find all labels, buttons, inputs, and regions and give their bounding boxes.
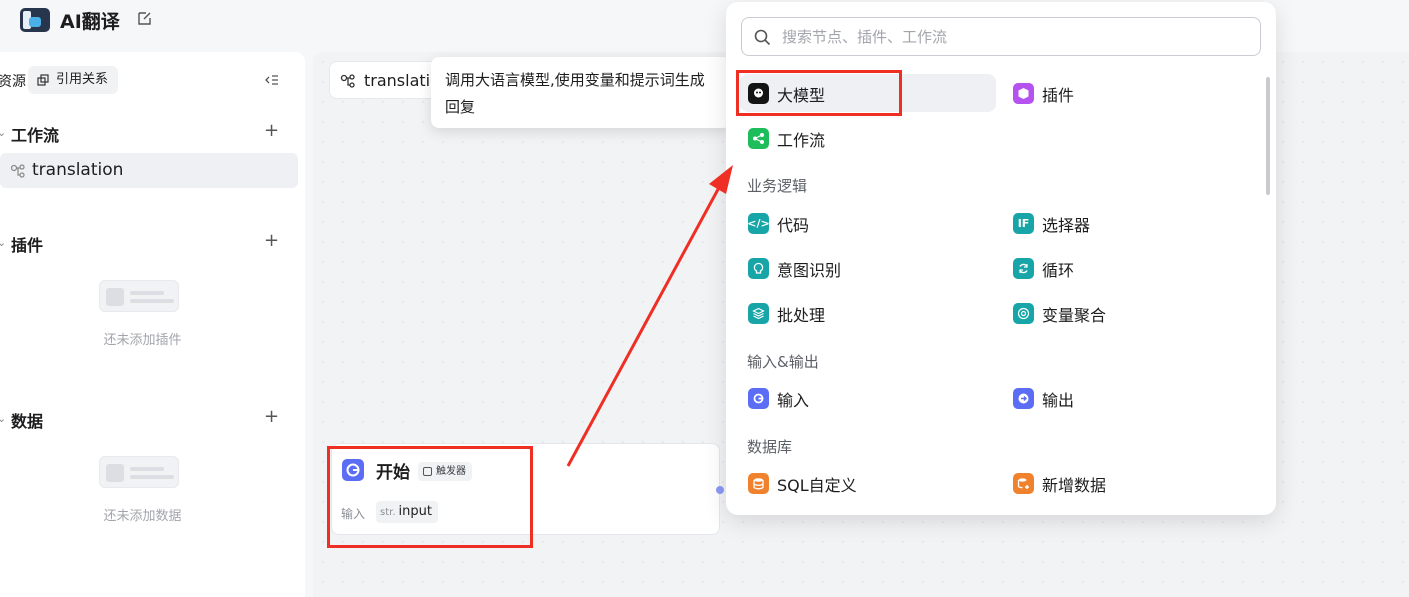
node-search-box[interactable]: [741, 17, 1261, 56]
app-logo: [20, 8, 50, 32]
start-node-icon: [342, 459, 364, 481]
node-item-label: 大模型: [777, 86, 826, 105]
node-item-label: 输入: [777, 391, 810, 410]
resource-sidebar: 资源 引用关系 ⌄ 工作流 + translation ⌄ 插件 + 还未添加插…: [0, 52, 305, 597]
sidebar-header: 资源 引用关系: [0, 66, 305, 96]
node-item-output[interactable]: 输出: [1005, 379, 1261, 417]
trigger-icon: [423, 467, 432, 476]
chevron-down-icon: ⌄: [0, 236, 7, 249]
reference-button-label: 引用关系: [56, 72, 109, 87]
app-title: AI翻译: [60, 11, 120, 33]
canvas-tab-label: translati: [364, 71, 431, 90]
node-item-intent[interactable]: 意图识别: [740, 249, 996, 287]
search-icon: [754, 29, 771, 46]
node-item-selector[interactable]: IF 选择器: [1005, 204, 1261, 242]
workflow-node-icon: [10, 164, 25, 178]
reference-relation-button[interactable]: 引用关系: [28, 66, 119, 94]
node-item-label: SQL自定义: [777, 476, 857, 495]
data-section-title: 数据: [11, 412, 44, 431]
workflow-icon: [748, 128, 769, 149]
input-label: 输入: [341, 507, 366, 521]
node-item-batch[interactable]: 批处理: [740, 294, 996, 332]
sql-icon: [748, 473, 769, 494]
plugins-section-title: 插件: [11, 236, 44, 255]
collapse-sidebar-icon[interactable]: [264, 72, 280, 88]
node-item-label: 选择器: [1042, 216, 1091, 235]
workflow-node-icon: [340, 74, 355, 88]
node-item-llm[interactable]: 大模型: [740, 74, 996, 112]
empty-plugins-text: 还未添加插件: [103, 333, 182, 348]
plugins-section-header[interactable]: ⌄ 插件 +: [0, 228, 305, 258]
node-item-label: 批处理: [777, 306, 826, 325]
edit-icon[interactable]: [137, 10, 153, 26]
category-database: 数据库: [747, 438, 793, 456]
resource-label: 资源: [0, 74, 26, 90]
reference-icon: [37, 74, 49, 86]
node-item-workflow[interactable]: 工作流: [740, 119, 996, 157]
node-item-label: 工作流: [777, 131, 826, 150]
panel-scrollbar[interactable]: [1266, 77, 1270, 195]
node-tooltip: 调用大语言模型,使用变量和提示词生成回复: [431, 57, 731, 128]
node-item-label: 变量聚合: [1042, 306, 1107, 325]
category-input-output: 输入&输出: [747, 353, 819, 371]
empty-plugins-illustration: [99, 280, 179, 312]
start-node[interactable]: 开始 触发器 输入 str. input: [331, 443, 720, 535]
input-variable-name: input: [398, 504, 432, 519]
chevron-down-icon: ⌄: [0, 412, 7, 425]
intent-icon: [748, 258, 769, 279]
category-business-logic: 业务逻辑: [747, 177, 808, 195]
trigger-badge[interactable]: 触发器: [418, 462, 472, 481]
node-item-label: 代码: [777, 216, 810, 235]
node-item-label: 输出: [1042, 391, 1075, 410]
node-item-sql[interactable]: SQL自定义: [740, 464, 996, 502]
add-plugin-button[interactable]: +: [264, 230, 279, 251]
data-section-header[interactable]: ⌄ 数据 +: [0, 404, 305, 434]
node-item-code[interactable]: </> 代码: [740, 204, 996, 242]
node-item-add-data[interactable]: 新增数据: [1005, 464, 1261, 502]
llm-icon: [748, 83, 769, 104]
output-icon: [1013, 388, 1034, 409]
node-item-loop[interactable]: 循环: [1005, 249, 1261, 287]
node-item-label: 新增数据: [1042, 476, 1107, 495]
empty-data-illustration: [99, 456, 179, 488]
batch-icon: [748, 303, 769, 324]
node-item-label: 插件: [1042, 86, 1075, 105]
aggregate-icon: [1013, 303, 1034, 324]
sidebar-item-translation[interactable]: translation: [0, 153, 298, 188]
add-workflow-button[interactable]: +: [264, 120, 279, 141]
add-data-icon: [1013, 473, 1034, 494]
node-item-label: 意图识别: [777, 261, 842, 280]
if-icon: IF: [1013, 213, 1034, 234]
node-search-input[interactable]: [782, 24, 1242, 50]
add-node-panel: 大模型 插件 工作流 业务逻辑 </> 代码 IF 选择器 意图识别 循环: [726, 2, 1276, 515]
add-data-button[interactable]: +: [264, 406, 279, 427]
start-node-title: 开始: [376, 463, 410, 483]
workflow-section-title: 工作流: [11, 126, 60, 145]
start-node-output-port[interactable]: [716, 486, 724, 494]
node-item-input[interactable]: 输入: [740, 379, 996, 417]
empty-data-text: 还未添加数据: [103, 509, 182, 524]
code-icon: </>: [747, 213, 770, 234]
input-type: str.: [380, 507, 396, 518]
trigger-badge-label: 触发器: [436, 466, 466, 477]
plugin-icon: [1013, 83, 1034, 104]
node-item-variable-aggregate[interactable]: 变量聚合: [1005, 294, 1261, 332]
input-icon: [748, 388, 769, 409]
node-item-label: 循环: [1042, 261, 1075, 280]
chevron-down-icon: ⌄: [0, 126, 7, 139]
input-variable-chip: str. input: [376, 501, 438, 523]
loop-icon: [1013, 258, 1034, 279]
workflow-section-header[interactable]: ⌄ 工作流 +: [0, 118, 305, 148]
node-item-plugin[interactable]: 插件: [1005, 74, 1261, 112]
sidebar-item-label: translation: [32, 160, 124, 180]
